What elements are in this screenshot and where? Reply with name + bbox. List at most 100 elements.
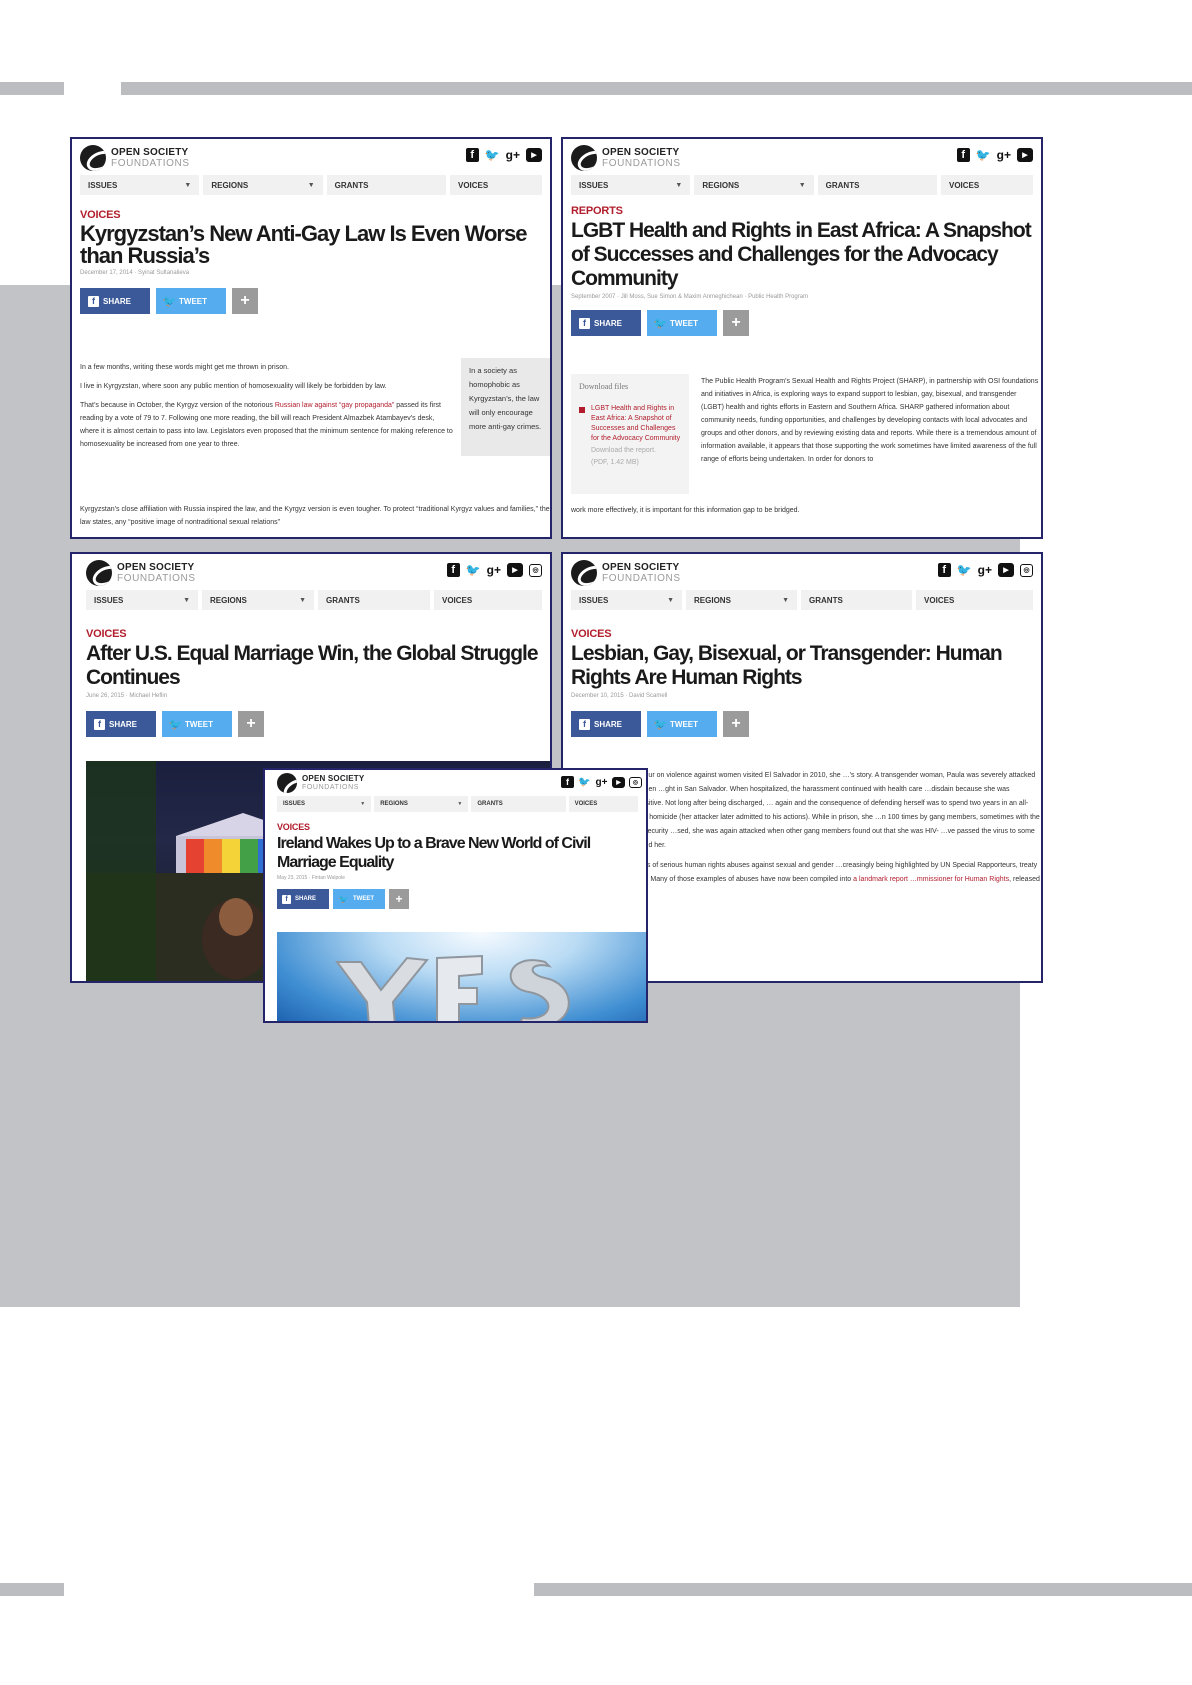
nav-grants[interactable]: GRANTS: [318, 590, 430, 610]
nav-regions[interactable]: REGIONS ▼: [374, 796, 469, 812]
facebook-icon[interactable]: f: [446, 563, 460, 577]
tweet-button[interactable]: 🐦 TWEET: [162, 711, 232, 737]
nav-voices[interactable]: VOICES: [449, 175, 543, 195]
instagram-icon[interactable]: ◎: [629, 776, 642, 788]
facebook-icon[interactable]: f: [937, 563, 951, 577]
osf-logo[interactable]: OPEN SOCIETY FOUNDATIONS: [571, 560, 681, 586]
google-plus-icon[interactable]: g+: [595, 775, 608, 789]
twitter-icon: 🐦: [168, 718, 183, 731]
social-icons: f 🐦 g+ ▶ ◎: [937, 563, 1033, 577]
section-label[interactable]: VOICES: [265, 822, 646, 832]
paragraph: I live in Kyrgyzstan, where soon any pub…: [80, 383, 387, 390]
article-title: After U.S. Equal Marriage Win, the Globa…: [86, 642, 539, 689]
share-buttons: f SHARE 🐦 TWEET +: [563, 711, 1041, 737]
share-buttons: f SHARE 🐦 TWEET +: [72, 288, 550, 314]
twitter-icon[interactable]: 🐦: [485, 148, 500, 162]
google-plus-icon[interactable]: g+: [487, 563, 501, 577]
nav-grants[interactable]: GRANTS: [801, 590, 913, 610]
nav-regions[interactable]: REGIONS ▼: [686, 590, 798, 610]
osf-logo-mark-icon: [571, 145, 597, 171]
nav-issues[interactable]: ISSUES ▼: [86, 590, 198, 610]
nav-regions[interactable]: REGIONS ▼: [202, 590, 314, 610]
landmark-report-link[interactable]: a landmark report …mmissioner for Human …: [853, 876, 1009, 883]
nav-voices[interactable]: VOICES: [434, 590, 542, 610]
twitter-icon[interactable]: 🐦: [957, 563, 972, 577]
more-share-button[interactable]: +: [238, 711, 264, 737]
yes-balloon-art: [335, 954, 570, 1021]
osf-logo[interactable]: OPEN SOCIETY FOUNDATIONS: [571, 145, 681, 171]
caret-down-icon: ▼: [299, 596, 306, 604]
osf-logo[interactable]: OPEN SOCIETY FOUNDATIONS: [277, 773, 364, 793]
youtube-icon[interactable]: ▶: [1017, 148, 1033, 162]
nav-regions[interactable]: REGIONS ▼: [694, 175, 814, 195]
youtube-icon[interactable]: ▶: [998, 563, 1014, 577]
nav-grants[interactable]: GRANTS: [471, 796, 566, 812]
more-share-button[interactable]: +: [232, 288, 258, 314]
report-download-link[interactable]: LGBT Health and Rights in East Africa: A…: [579, 404, 681, 444]
nav-issues[interactable]: ISSUES ▼: [571, 175, 691, 195]
osf-logo-mark-icon: [86, 560, 112, 586]
section-label[interactable]: VOICES: [72, 209, 550, 221]
facebook-icon[interactable]: f: [956, 148, 970, 162]
facebook-icon[interactable]: f: [561, 776, 574, 788]
screenshot-ireland: OPEN SOCIETY FOUNDATIONS f 🐦 g+ ▶ ◎ ISSUE…: [263, 768, 648, 1023]
main-nav: ISSUES ▼ REGIONS ▼ GRANTS VOICES: [265, 796, 646, 812]
site-header: OPEN SOCIETY FOUNDATIONS f 🐦 g+ ▶ ◎: [563, 554, 1041, 590]
facebook-share-button[interactable]: f SHARE: [571, 310, 641, 336]
article-body-tail: work more effectively, it is important f…: [571, 507, 800, 514]
nav-issues[interactable]: ISSUES ▼: [80, 175, 200, 195]
article-byline: December 10, 2015 · David Scamell: [571, 693, 668, 699]
section-label[interactable]: VOICES: [72, 628, 550, 640]
twitter-icon[interactable]: 🐦: [976, 148, 991, 162]
twitter-icon: 🐦: [653, 317, 668, 330]
instagram-icon[interactable]: ◎: [529, 563, 542, 577]
nav-voices[interactable]: VOICES: [916, 590, 1033, 610]
social-icons: f 🐦 g+ ▶: [465, 148, 542, 162]
bottom-left-bar: [0, 1583, 64, 1596]
youtube-icon[interactable]: ▶: [612, 776, 625, 788]
tweet-button[interactable]: 🐦 TWEET: [647, 310, 717, 336]
twitter-icon[interactable]: 🐦: [466, 563, 481, 577]
file-meta: (PDF, 1.42 MB): [591, 459, 639, 466]
more-share-button[interactable]: +: [389, 889, 409, 909]
social-icons: f 🐦 g+ ▶: [956, 148, 1033, 162]
google-plus-icon[interactable]: g+: [978, 563, 992, 577]
google-plus-icon[interactable]: g+: [997, 148, 1011, 162]
section-label[interactable]: REPORTS: [563, 205, 1041, 217]
nav-grants[interactable]: GRANTS: [817, 175, 937, 195]
facebook-share-button[interactable]: f SHARE: [571, 711, 641, 737]
nav-regions[interactable]: REGIONS ▼: [203, 175, 323, 195]
section-label[interactable]: VOICES: [563, 628, 1041, 640]
youtube-icon[interactable]: ▶: [526, 148, 542, 162]
main-nav: ISSUES ▼ REGIONS ▼ GRANTS VOICES: [72, 175, 550, 195]
more-share-button[interactable]: +: [723, 310, 749, 336]
logo-subtitle: FOUNDATIONS: [111, 158, 190, 169]
twitter-icon: 🐦: [653, 718, 668, 731]
logo-title: OPEN SOCIETY: [602, 562, 680, 573]
nav-issues[interactable]: ISSUES ▼: [571, 590, 683, 610]
instagram-icon[interactable]: ◎: [1020, 563, 1033, 577]
google-plus-icon[interactable]: g+: [506, 148, 520, 162]
tweet-button[interactable]: 🐦 TWEET: [647, 711, 717, 737]
russian-law-link[interactable]: Russian law against “gay propaganda”: [275, 402, 394, 409]
facebook-icon: f: [579, 718, 590, 730]
twitter-icon[interactable]: 🐦: [578, 775, 591, 789]
nav-voices[interactable]: VOICES: [568, 796, 638, 812]
screenshot-east-africa: OPEN SOCIETY FOUNDATIONS f 🐦 g+ ▶ ISSUES ▼…: [561, 137, 1043, 539]
nav-issues[interactable]: ISSUES ▼: [277, 796, 372, 812]
facebook-share-button[interactable]: f SHARE: [86, 711, 156, 737]
osf-logo[interactable]: OPEN SOCIETY FOUNDATIONS: [80, 145, 190, 171]
main-nav: ISSUES ▼ REGIONS ▼ GRANTS VOICES: [72, 590, 550, 610]
tweet-button[interactable]: 🐦 TWEET: [333, 889, 385, 909]
facebook-icon: f: [94, 718, 105, 730]
social-icons: f 🐦 g+ ▶ ◎: [561, 775, 642, 789]
nav-voices[interactable]: VOICES: [940, 175, 1034, 195]
facebook-icon[interactable]: f: [465, 148, 479, 162]
facebook-share-button[interactable]: f SHARE: [277, 889, 329, 909]
facebook-share-button[interactable]: f SHARE: [80, 288, 150, 314]
tweet-button[interactable]: 🐦 TWEET: [156, 288, 226, 314]
nav-grants[interactable]: GRANTS: [326, 175, 446, 195]
more-share-button[interactable]: +: [723, 711, 749, 737]
osf-logo[interactable]: OPEN SOCIETY FOUNDATIONS: [86, 560, 196, 586]
youtube-icon[interactable]: ▶: [507, 563, 523, 577]
